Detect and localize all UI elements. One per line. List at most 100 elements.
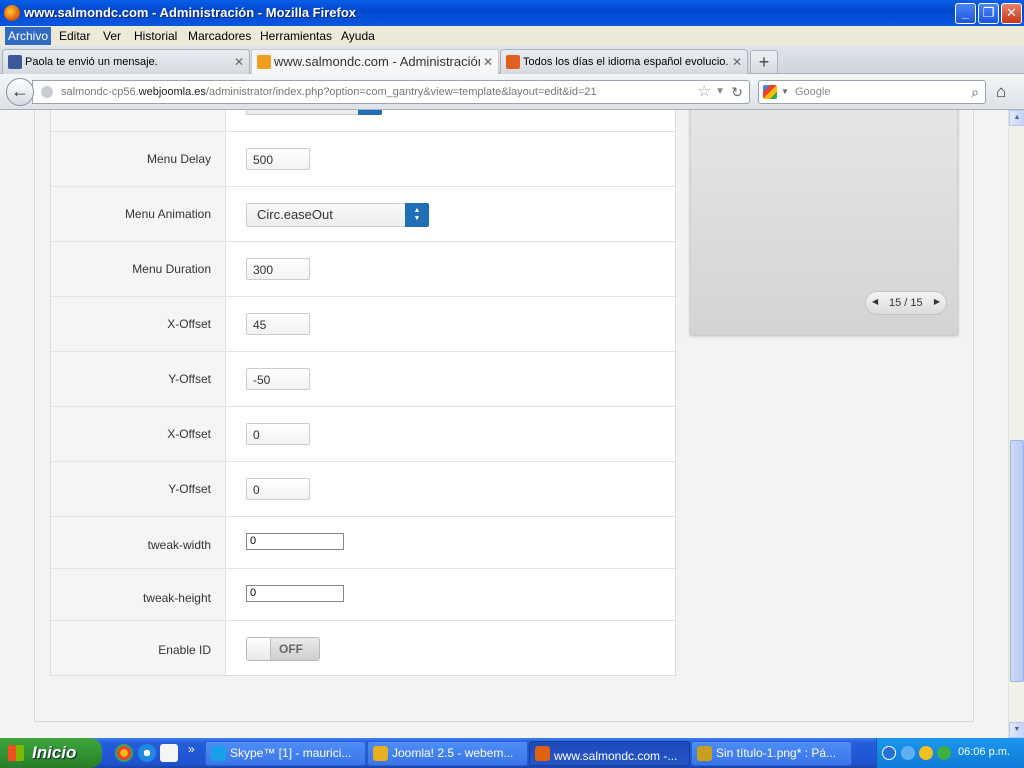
menu-animation-select[interactable]: Circ.easeOut ▲ ▼ [246,203,429,227]
tab-facebook[interactable]: Paola te envió un mensaje. ✕ [2,49,250,74]
menu-delay-input[interactable]: 500 [246,148,310,170]
facebook-icon [8,55,22,69]
system-tray: 06:06 p.m. [876,738,1024,768]
status-icon[interactable] [937,746,951,760]
windows-flag-icon [8,745,24,761]
tab-label: Todos los días el idioma español evoluci… [523,56,729,68]
form-row-y-offset-2: Y-Offset 0 [51,462,675,517]
menu-marcadores[interactable]: Marcadores [188,29,251,43]
skype-icon [211,746,226,761]
close-tab-icon[interactable]: ✕ [483,50,493,74]
menu-bar: Archivo Editar Ver Historial Marcadores … [0,26,1024,46]
close-tab-icon[interactable]: ✕ [732,50,742,74]
address-bar[interactable]: salmondc-cp56.webjoomla.es/administrator… [32,80,750,104]
menu-editar[interactable]: Editar [59,29,90,43]
history-dropdown-icon[interactable]: ▼ [715,81,725,103]
form-row-menu-duration: Menu Duration 300 [51,242,675,297]
tab-idioma[interactable]: Todos los días el idioma español evoluci… [500,49,748,74]
row-label: Y-Offset [51,462,226,516]
navigation-bar: salmondc-cp56.webjoomla.es/administrator… [0,74,1024,110]
security-icon[interactable] [919,746,933,760]
menu-archivo[interactable]: Archivo [5,27,52,45]
select-arrows-icon: ▲ ▼ [405,203,429,227]
row-label: Menu Duration [51,242,226,296]
scroll-up-icon[interactable]: ▲ [1009,110,1024,126]
y-offset-2-input[interactable]: 0 [246,478,310,500]
row-label: X-Offset [51,297,226,351]
select-value: Circ.easeOut [257,207,333,222]
toggle-state: OFF [279,642,303,656]
reload-icon[interactable]: ↻ [731,81,743,103]
taskbar-joomla[interactable]: Joomla! 2.5 - webem... [367,741,528,766]
row-label: X-Offset [51,407,226,461]
menu-ayuda[interactable]: Ayuda [341,29,375,43]
row-label: Menu Animation [51,187,226,241]
form-row-x-offset: X-Offset 45 [51,297,675,352]
x-offset-2-input[interactable]: 0 [246,423,310,445]
form-row-menu-animation: Menu Animation Circ.easeOut ▲ ▼ [51,187,675,242]
y-offset-input[interactable]: -50 [246,368,310,390]
search-placeholder: Google [795,86,831,98]
chrome-icon[interactable] [115,744,133,762]
pager-count: 15 / 15 [889,297,923,309]
ie-icon[interactable] [138,744,156,762]
bookmark-star-icon[interactable]: ☆ [698,81,711,103]
tab-bar: Paola te envió un mensaje. ✕ www.salmond… [0,46,1024,75]
chrome-window-icon [373,746,388,761]
back-arrow-icon: ← [11,81,29,101]
close-tab-icon[interactable]: ✕ [234,50,244,74]
joomla-icon [257,55,271,69]
google-icon [763,85,777,99]
maximize-button[interactable]: ❐ [978,3,999,24]
quicklaunch-more-icon[interactable]: » [188,742,195,756]
menu-duration-input[interactable]: 300 [246,258,310,280]
row-label: tweak-height [51,569,226,620]
tweak-height-input[interactable]: 0 [246,585,344,602]
mail-icon[interactable] [160,744,178,762]
tab-label: Paola te envió un mensaje. [25,56,158,68]
scroll-thumb[interactable] [1010,440,1024,682]
next-arrow-icon[interactable]: ▶ [934,297,940,306]
window-titlebar: www.salmondc.com - Administración - Mozi… [0,0,1024,26]
menu-ver[interactable]: Ver [103,29,121,43]
form-row-partial [51,110,675,132]
x-offset-input[interactable]: 45 [246,313,310,335]
partial-select[interactable] [246,110,382,115]
search-engine-dropdown-icon[interactable]: ▼ [781,81,789,103]
toggle-knob [247,638,271,660]
site-icon [506,55,520,69]
taskbar-fireworks[interactable]: Sin título-1.png* : Pá... [691,741,852,766]
close-window-button[interactable]: ✕ [1001,3,1022,24]
row-label: Menu Delay [51,132,226,186]
row-label [51,110,226,131]
row-label: tweak-width [51,517,226,568]
back-button[interactable]: ← [6,78,34,106]
start-button[interactable]: Inicio [0,738,102,768]
fireworks-icon [697,746,712,761]
taskbar-skype[interactable]: Skype™ [1] - maurici... [205,741,366,766]
scroll-down-icon[interactable]: ▼ [1009,722,1024,738]
prev-arrow-icon[interactable]: ◀ [872,297,878,306]
tab-administracion[interactable]: www.salmondc.com - Administración ✕ [251,49,499,75]
windows-taskbar: Inicio » Skype™ [1] - maurici... Joomla!… [0,738,1024,768]
tray-expand-icon[interactable] [882,746,896,760]
search-box[interactable]: ▼ Google ⌕ [758,80,986,104]
vertical-scrollbar[interactable]: ▲ ▼ [1008,110,1024,738]
clock: 06:06 p.m. [958,746,1010,758]
menu-herramientas[interactable]: Herramientas [260,29,332,43]
url-text: salmondc-cp56.webjoomla.es/administrator… [61,86,597,98]
enable-id-toggle[interactable]: OFF [246,637,320,661]
menu-historial[interactable]: Historial [134,29,177,43]
taskbar-firefox[interactable]: www.salmondc.com -... [529,741,690,766]
firefox-icon [4,5,20,21]
tweak-width-input[interactable]: 0 [246,533,344,550]
home-icon[interactable]: ⌂ [996,82,1006,102]
minimize-button[interactable]: _ [955,3,976,24]
start-label: Inicio [32,743,77,762]
network-icon[interactable] [901,746,915,760]
new-tab-button[interactable]: + [750,50,778,74]
magnifier-icon[interactable]: ⌕ [971,81,979,103]
template-preview: ◀ 15 / 15 ▶ [690,110,958,335]
form-row-tweak-height: tweak-height 0 [51,569,675,621]
form-row-menu-delay: Menu Delay 500 [51,132,675,187]
